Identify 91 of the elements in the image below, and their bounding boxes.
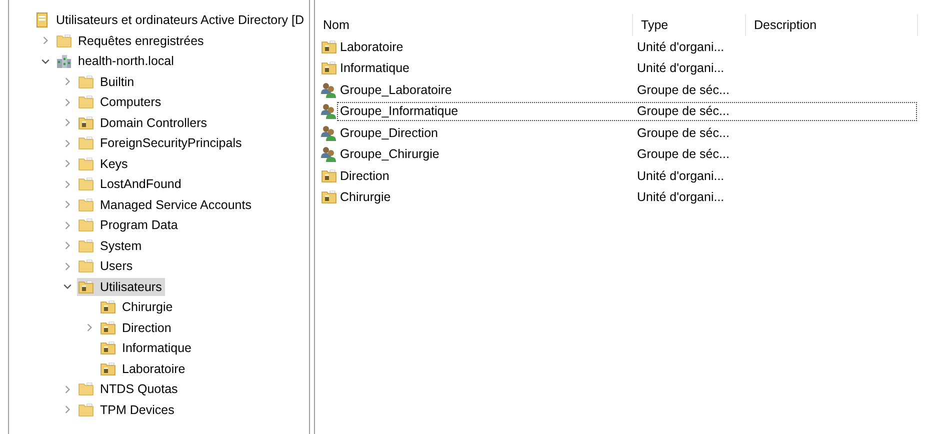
- chevron-right-icon[interactable]: [62, 77, 72, 86]
- folder-icon: [78, 196, 94, 213]
- folder-icon: [321, 38, 337, 55]
- chevron-right-icon[interactable]: [62, 200, 72, 210]
- name-cell-text: Groupe_Chirurgie: [339, 147, 440, 162]
- name-cell-text: Chirurgie: [339, 190, 392, 204]
- folder-icon: [78, 94, 94, 110]
- tree-item[interactable]: TPM Devices: [77, 400, 178, 419]
- tree-item[interactable]: NTDS Quotas: [77, 380, 181, 398]
- type-cell: Unité d'organi...: [637, 168, 724, 183]
- chevron-down-icon[interactable]: [40, 56, 50, 66]
- list-row[interactable]: Laboratoire Unité d'organi...: [337, 37, 917, 56]
- type-cell: Groupe de séc...: [637, 147, 730, 162]
- tree-item[interactable]: ForeignSecurityPrincipals: [77, 134, 245, 152]
- column-header[interactable]: Description: [746, 14, 918, 36]
- chevron-right-icon[interactable]: [62, 384, 72, 394]
- folder-icon: [100, 320, 116, 336]
- folder-icon: [321, 60, 337, 76]
- type-cell: Unité d'organi...: [637, 190, 724, 204]
- list-row[interactable]: Groupe_Informatique Groupe de séc...: [337, 102, 917, 121]
- chevron-right-icon[interactable]: [84, 323, 94, 332]
- chevron-down-icon[interactable]: [62, 282, 72, 292]
- name-cell-text: Groupe_Direction: [339, 126, 439, 140]
- users-icon: [321, 103, 337, 120]
- folder-icon: [56, 32, 72, 49]
- type-cell: Unité d'organi...: [637, 61, 724, 76]
- folder-icon: [100, 360, 116, 377]
- tree-item[interactable]: health-north.local: [55, 52, 177, 70]
- folder-icon: [78, 114, 94, 131]
- users-icon: [321, 82, 337, 98]
- name-cell-text: Groupe_Informatique: [339, 104, 460, 118]
- name-cell-text: Groupe_Laboratoire: [339, 82, 453, 97]
- folder-icon: [321, 168, 337, 184]
- list-row[interactable]: Groupe_Laboratoire Groupe de séc...: [337, 80, 917, 100]
- name-cell-text: Direction: [339, 168, 390, 183]
- list-row[interactable]: Groupe_Direction Groupe de séc...: [337, 123, 917, 142]
- type-cell: Groupe de séc...: [637, 82, 730, 97]
- users-icon: [321, 146, 337, 162]
- tree-item[interactable]: Program Data: [77, 216, 181, 234]
- directory-icon: [34, 12, 50, 28]
- list-row[interactable]: Informatique Unité d'organi...: [337, 58, 917, 78]
- folder-icon: [100, 299, 116, 316]
- folder-icon: [78, 258, 94, 274]
- users-icon: [321, 124, 337, 141]
- chevron-right-icon[interactable]: [62, 180, 72, 189]
- tree-item[interactable]: Utilisateurs et ordinateurs Active Directory [D: [33, 11, 308, 30]
- column-header[interactable]: Nom: [315, 14, 633, 36]
- type-cell: Unité d'organi...: [637, 40, 724, 54]
- building-icon: [56, 53, 72, 70]
- chevron-right-icon[interactable]: [62, 159, 72, 168]
- folder-icon: [78, 74, 94, 90]
- folder-icon: [321, 189, 337, 206]
- chevron-right-icon[interactable]: [62, 262, 72, 271]
- chevron-right-icon[interactable]: [62, 241, 72, 250]
- chevron-right-icon[interactable]: [62, 98, 72, 107]
- tree-item[interactable]: Builtin: [77, 72, 138, 91]
- list-row[interactable]: Groupe_Chirurgie Groupe de séc...: [337, 144, 917, 164]
- tree-item[interactable]: Users: [77, 257, 136, 276]
- folder-icon: [78, 135, 94, 152]
- chevron-right-icon[interactable]: [62, 405, 72, 414]
- tree-item[interactable]: Domain Controllers: [77, 114, 210, 132]
- type-cell: Groupe de séc...: [637, 104, 730, 118]
- tree-item[interactable]: LostAndFound: [77, 175, 184, 194]
- tree-item[interactable]: Laboratoire: [99, 360, 188, 378]
- list-row[interactable]: Chirurgie Unité d'organi...: [337, 188, 917, 207]
- column-header[interactable]: Type: [633, 14, 746, 36]
- folder-icon: [78, 381, 94, 398]
- folder-icon: [78, 156, 94, 172]
- tree-item[interactable]: Computers: [77, 93, 164, 112]
- folder-icon: [78, 278, 94, 295]
- chevron-right-icon[interactable]: [40, 36, 50, 46]
- tree-item[interactable]: Informatique: [99, 339, 194, 358]
- tree-item[interactable]: Keys: [77, 154, 131, 173]
- type-cell: Groupe de séc...: [637, 126, 730, 140]
- tree-item[interactable]: Direction: [99, 318, 174, 337]
- tree-item[interactable]: Chirurgie: [99, 298, 176, 316]
- tree-item[interactable]: Requêtes enregistrées: [55, 32, 207, 50]
- tree-item[interactable]: Utilisateurs: [77, 278, 165, 296]
- chevron-right-icon[interactable]: [62, 138, 72, 148]
- name-cell-text: Laboratoire: [339, 40, 404, 54]
- folder-icon: [78, 238, 94, 254]
- folder-icon: [78, 176, 94, 192]
- tree-item[interactable]: System: [77, 236, 145, 255]
- tree-item[interactable]: Managed Service Accounts: [77, 196, 254, 214]
- name-cell-text: Informatique: [339, 61, 410, 76]
- folder-icon: [100, 340, 116, 356]
- chevron-right-icon[interactable]: [62, 118, 72, 128]
- list-row[interactable]: Direction Unité d'organi...: [337, 166, 917, 186]
- folder-icon: [78, 217, 94, 234]
- folder-icon: [78, 402, 94, 418]
- chevron-right-icon[interactable]: [62, 220, 72, 230]
